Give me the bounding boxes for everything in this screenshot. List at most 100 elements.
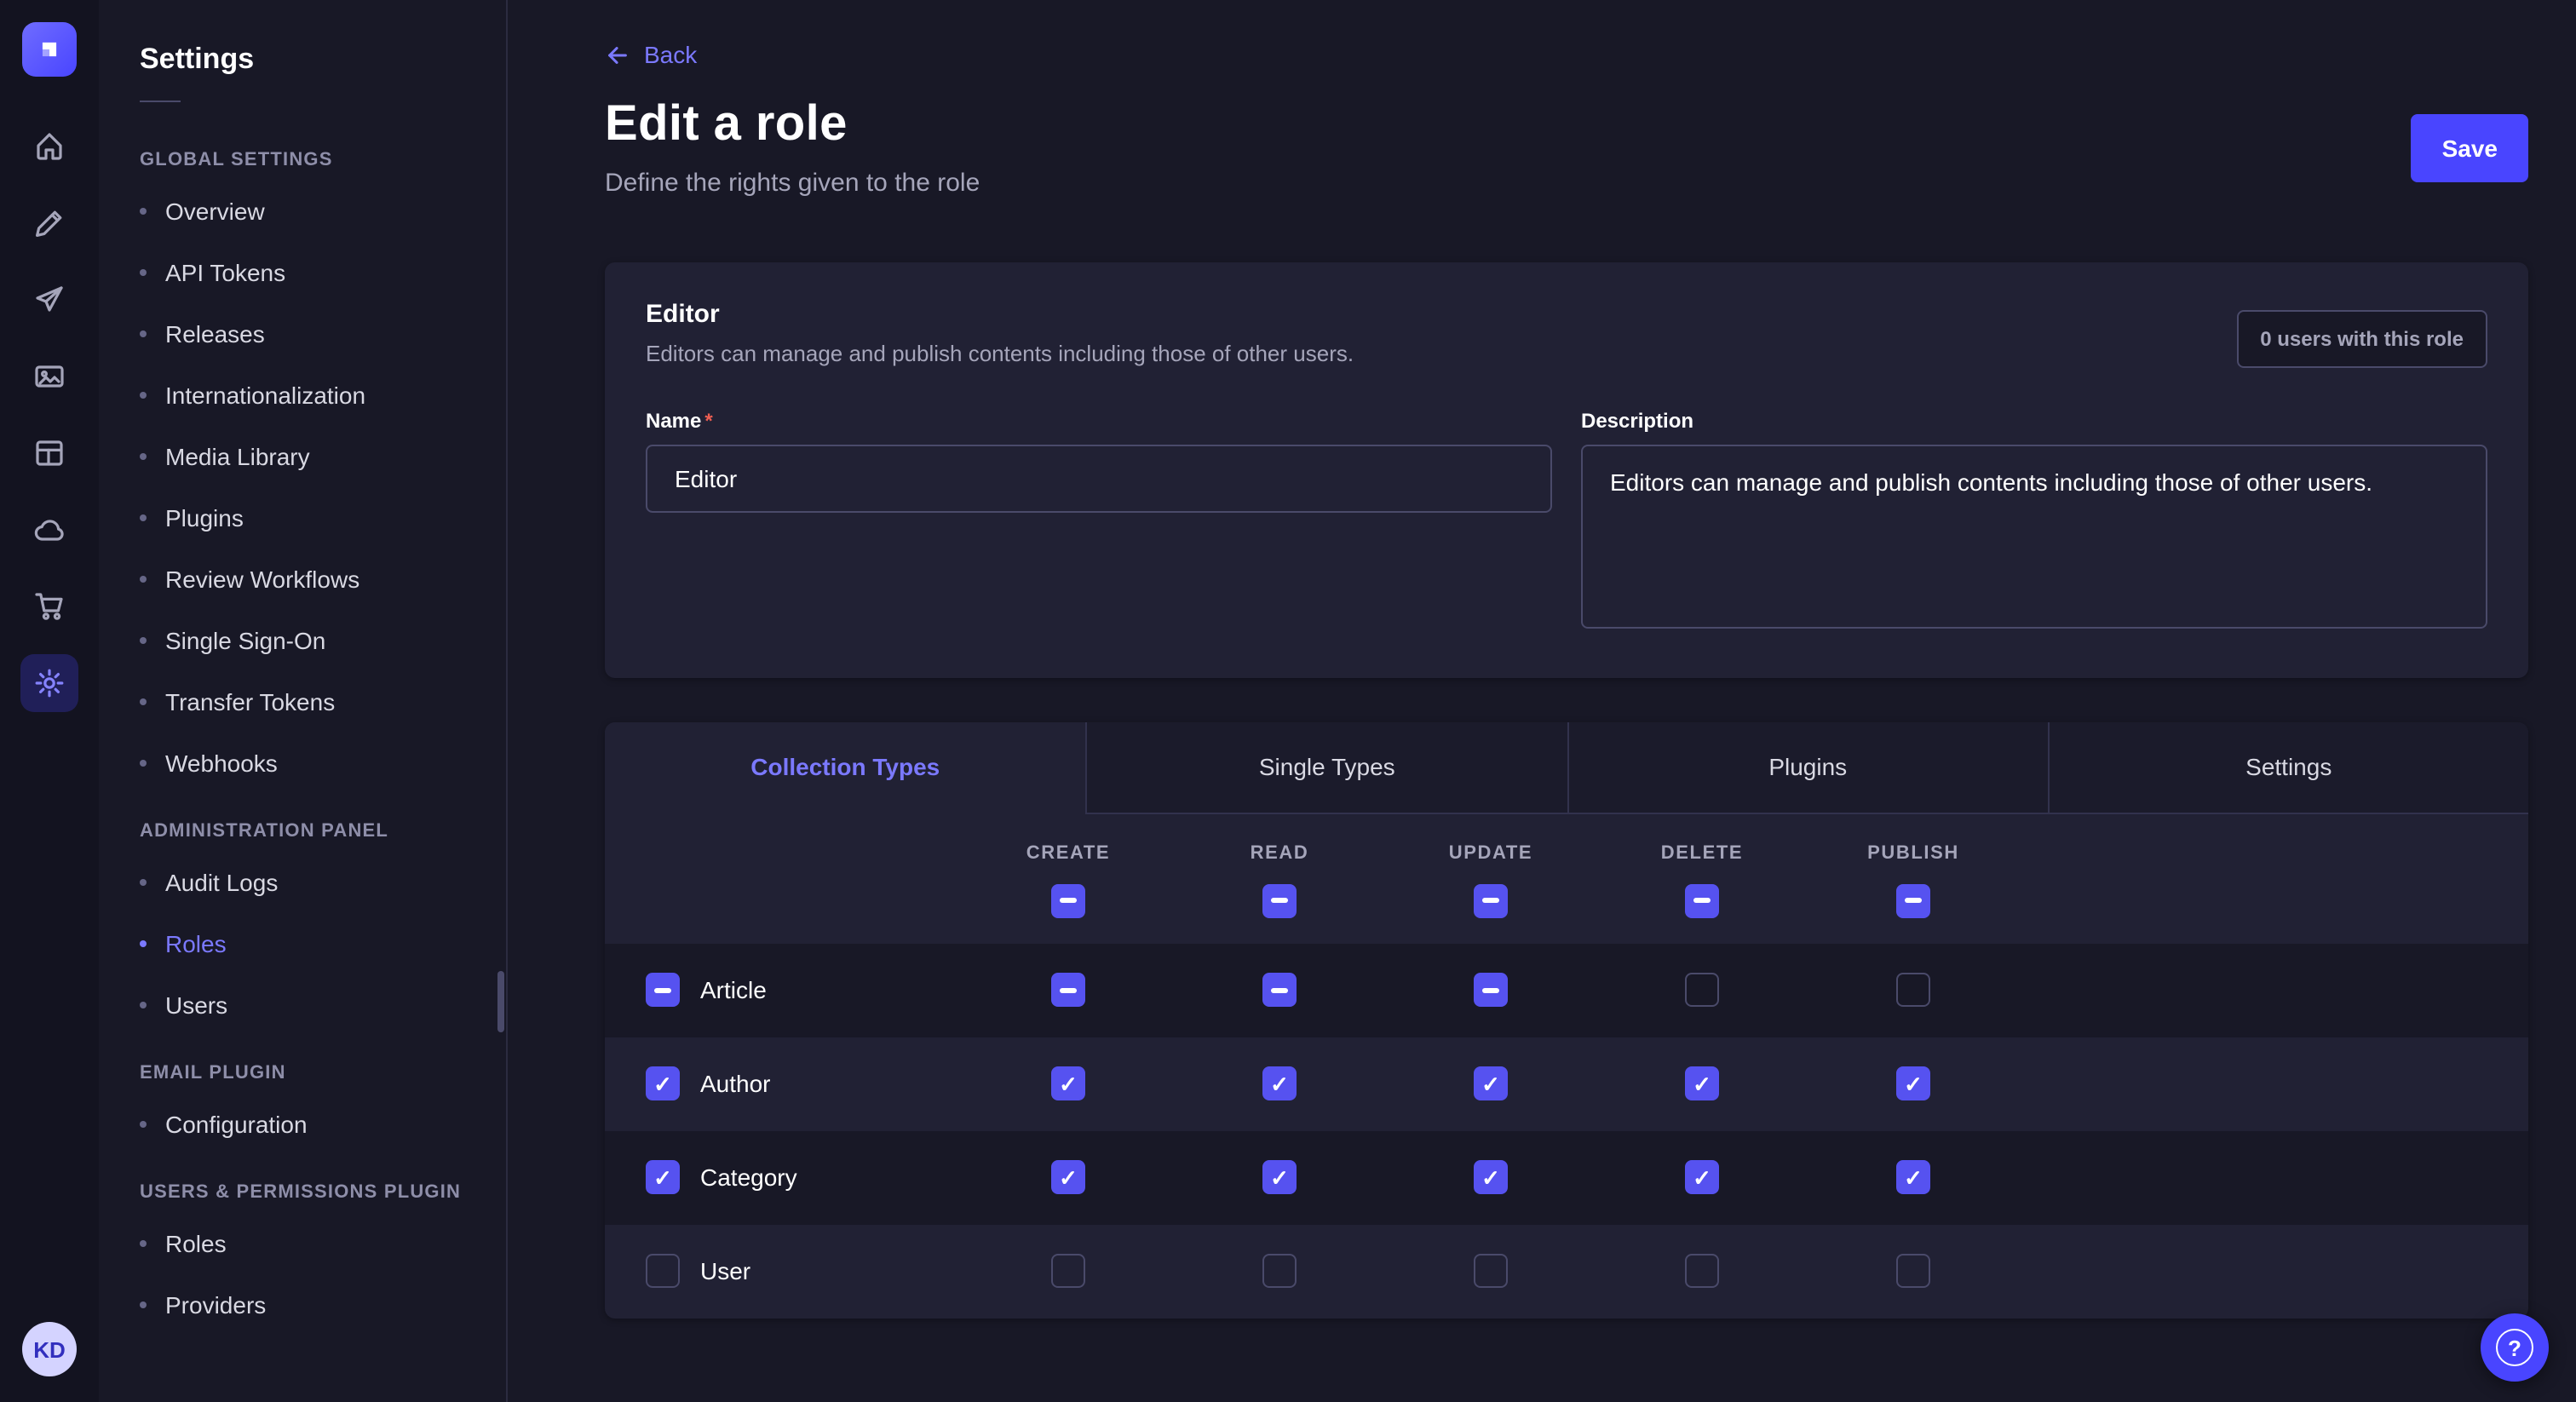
sidebar-title-divider [140, 101, 181, 102]
section-users-permissions-plugin: USERS & PERMISSIONS PLUGIN [99, 1155, 506, 1213]
releases-paper-plane-icon[interactable] [0, 261, 99, 337]
row-name-article: Article [700, 976, 767, 1003]
sidebar-item-label: Single Sign-On [165, 627, 325, 654]
user-row-checkbox[interactable] [646, 1254, 680, 1288]
sidebar-item-up-providers[interactable]: Providers [99, 1274, 506, 1336]
bullet-icon [140, 576, 147, 583]
bullet-icon [140, 1301, 147, 1308]
sidebar-item-label: Review Workflows [165, 566, 359, 593]
bullet-icon [140, 1240, 147, 1247]
sidebar-item-plugins[interactable]: Plugins [99, 487, 506, 549]
user-create-checkbox[interactable] [1051, 1254, 1085, 1288]
tab-label: Settings [2245, 753, 2332, 780]
description-label: Description [1581, 408, 2487, 432]
section-administration-panel: ADMINISTRATION PANEL [99, 794, 506, 852]
help-button[interactable]: ? [2481, 1313, 2549, 1382]
row-name-category: Category [700, 1164, 797, 1191]
description-textarea[interactable]: Editors can manage and publish contents … [1581, 444, 2487, 628]
role-details-card: Editor Editors can manage and publish co… [605, 261, 2528, 677]
article-update-checkbox[interactable] [1474, 973, 1508, 1007]
select-all-publish-checkbox[interactable] [1896, 883, 1930, 917]
content-manager-layout-icon[interactable] [0, 414, 99, 491]
sidebar-item-roles[interactable]: Roles [99, 913, 506, 974]
author-row-checkbox[interactable] [646, 1066, 680, 1100]
back-link[interactable]: Back [605, 41, 697, 68]
content-type-builder-icon[interactable] [0, 184, 99, 261]
sidebar-item-media-library[interactable]: Media Library [99, 426, 506, 487]
select-all-create-checkbox[interactable] [1051, 883, 1085, 917]
select-all-update-checkbox[interactable] [1474, 883, 1508, 917]
article-delete-checkbox[interactable] [1685, 973, 1719, 1007]
sidebar-item-label: Releases [165, 320, 265, 348]
strapi-logo[interactable] [22, 22, 77, 77]
sidebar-scrollbar-thumb[interactable] [497, 971, 504, 1032]
article-publish-checkbox[interactable] [1896, 973, 1930, 1007]
author-publish-checkbox[interactable] [1896, 1066, 1930, 1100]
user-delete-checkbox[interactable] [1685, 1254, 1719, 1288]
sidebar-item-review-workflows[interactable]: Review Workflows [99, 549, 506, 610]
sidebar-item-label: Plugins [165, 504, 244, 531]
users-with-role-button[interactable]: 0 users with this role [2236, 309, 2487, 367]
category-publish-checkbox[interactable] [1896, 1160, 1930, 1194]
tab-single-types[interactable]: Single Types [1086, 721, 1567, 813]
sidebar-title: Settings [140, 43, 465, 77]
section-global-settings: GLOBAL SETTINGS [99, 123, 506, 181]
sidebar-item-up-roles[interactable]: Roles [99, 1213, 506, 1274]
select-all-delete-checkbox[interactable] [1685, 883, 1719, 917]
category-read-checkbox[interactable] [1262, 1160, 1297, 1194]
category-delete-checkbox[interactable] [1685, 1160, 1719, 1194]
tab-collection-types[interactable]: Collection Types [605, 721, 1086, 813]
user-publish-checkbox[interactable] [1896, 1254, 1930, 1288]
user-update-checkbox[interactable] [1474, 1254, 1508, 1288]
sidebar-item-api-tokens[interactable]: API Tokens [99, 242, 506, 303]
user-avatar[interactable]: KD [22, 1322, 77, 1376]
media-library-icon[interactable] [0, 337, 99, 414]
marketplace-cart-icon[interactable] [0, 567, 99, 644]
sidebar-item-audit-logs[interactable]: Audit Logs [99, 852, 506, 913]
author-read-checkbox[interactable] [1262, 1066, 1297, 1100]
article-read-checkbox[interactable] [1262, 973, 1297, 1007]
role-subtitle: Editors can manage and publish contents … [646, 340, 1354, 365]
strapi-logo-glyph [34, 34, 65, 65]
category-update-checkbox[interactable] [1474, 1160, 1508, 1194]
sidebar-item-label: API Tokens [165, 259, 285, 286]
author-delete-checkbox[interactable] [1685, 1066, 1719, 1100]
save-button[interactable]: Save [2412, 113, 2528, 181]
permission-row-author: Author [605, 1037, 2528, 1130]
author-create-checkbox[interactable] [1051, 1066, 1085, 1100]
tab-settings[interactable]: Settings [2048, 721, 2529, 813]
sidebar-item-internationalization[interactable]: Internationalization [99, 365, 506, 426]
sidebar-item-overview[interactable]: Overview [99, 181, 506, 242]
category-row-checkbox[interactable] [646, 1160, 680, 1194]
tab-plugins[interactable]: Plugins [1567, 721, 2048, 813]
sidebar-item-label: Users [165, 991, 227, 1019]
sidebar-item-single-sign-on[interactable]: Single Sign-On [99, 610, 506, 671]
sidebar-item-users[interactable]: Users [99, 974, 506, 1036]
sidebar-item-releases[interactable]: Releases [99, 303, 506, 365]
main-content: Back Edit a role Define the rights given… [508, 0, 2576, 1402]
bullet-icon [140, 1121, 147, 1128]
sidebar-item-webhooks[interactable]: Webhooks [99, 733, 506, 794]
bullet-icon [140, 453, 147, 460]
home-icon[interactable] [0, 107, 99, 184]
tab-label: Single Types [1259, 753, 1395, 780]
settings-gear-icon[interactable] [0, 644, 99, 721]
cloud-icon[interactable] [0, 491, 99, 567]
name-label: Name* [646, 408, 1552, 432]
sidebar-item-email-configuration[interactable]: Configuration [99, 1094, 506, 1155]
sidebar-item-transfer-tokens[interactable]: Transfer Tokens [99, 671, 506, 733]
article-create-checkbox[interactable] [1051, 973, 1085, 1007]
column-label-create: CREATE [1026, 842, 1110, 863]
name-input[interactable] [646, 444, 1552, 512]
bullet-icon [140, 698, 147, 705]
select-all-read-checkbox[interactable] [1262, 883, 1297, 917]
sidebar-item-label: Roles [165, 1230, 227, 1257]
row-name-user: User [700, 1257, 750, 1284]
category-create-checkbox[interactable] [1051, 1160, 1085, 1194]
article-row-checkbox[interactable] [646, 973, 680, 1007]
page-title: Edit a role [605, 96, 980, 152]
section-email-plugin: EMAIL PLUGIN [99, 1036, 506, 1094]
permissions-card: Collection Types Single Types Plugins Se… [605, 721, 2528, 1318]
author-update-checkbox[interactable] [1474, 1066, 1508, 1100]
user-read-checkbox[interactable] [1262, 1254, 1297, 1288]
